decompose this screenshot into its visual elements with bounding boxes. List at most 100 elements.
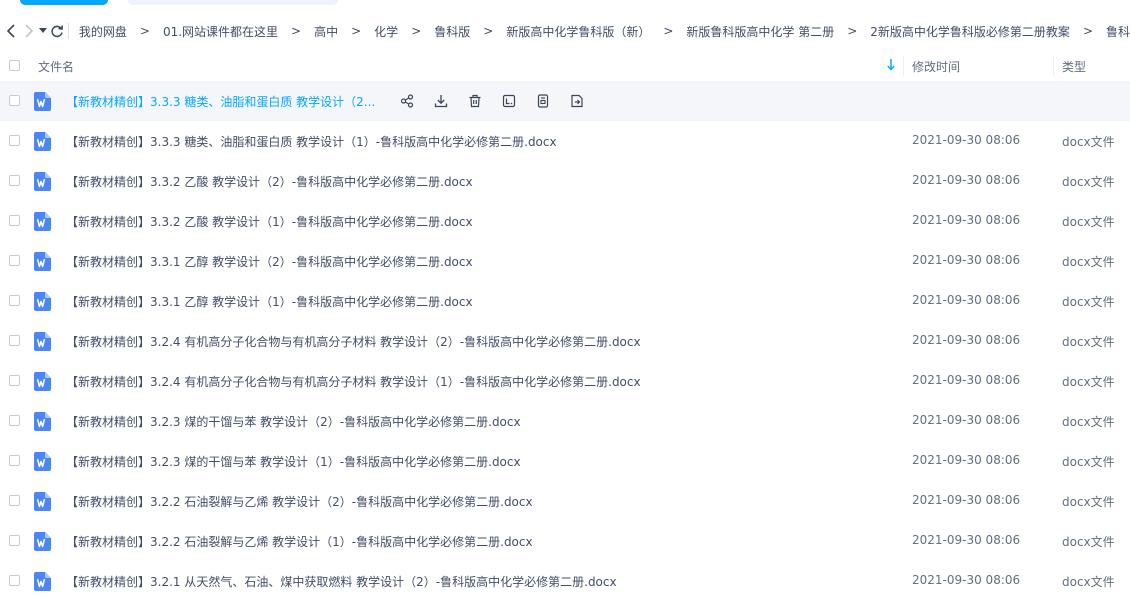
upload-button-edge[interactable]: [20, 0, 108, 5]
breadcrumb-item[interactable]: 2新版高中化学鲁科版必修第二册教案: [870, 23, 1070, 40]
back-button[interactable]: [0, 13, 21, 49]
search-box-edge[interactable]: [128, 0, 338, 5]
column-header-name[interactable]: 文件名: [38, 58, 74, 75]
word-doc-icon: [34, 492, 51, 511]
file-type: docx文件: [1062, 135, 1115, 149]
file-type: docx文件: [1062, 535, 1115, 549]
file-mtime: 2021-09-30 08:06: [912, 533, 1021, 547]
file-row[interactable]: 【新教材精创】3.2.2 石油裂解与乙烯 教学设计（1）-鲁科版高中化学必修第二…: [0, 521, 1130, 561]
file-name[interactable]: 【新教材精创】3.3.1 乙醇 教学设计（2）-鲁科版高中化学必修第二册.doc…: [66, 253, 473, 270]
file-row[interactable]: 【新教材精创】3.2.3 煤的干馏与苯 教学设计（1）-鲁科版高中化学必修第二册…: [0, 441, 1130, 481]
breadcrumb-separator: >: [351, 24, 362, 38]
column-header-mtime[interactable]: 修改时间: [912, 58, 960, 75]
breadcrumb-item[interactable]: 我的网盘: [79, 23, 127, 40]
share-icon[interactable]: [390, 91, 424, 111]
file-row[interactable]: 【新教材精创】3.3.2 乙酸 教学设计（1）-鲁科版高中化学必修第二册.doc…: [0, 201, 1130, 241]
breadcrumb-item[interactable]: 鲁科: [1106, 23, 1130, 40]
file-row[interactable]: 【新教材精创】3.3.1 乙醇 教学设计（2）-鲁科版高中化学必修第二册.doc…: [0, 241, 1130, 281]
file-mtime: 2021-09-30 08:06: [912, 373, 1021, 387]
file-name[interactable]: 【新教材精创】3.2.4 有机高分子化合物与有机高分子材料 教学设计（2）-鲁科…: [66, 333, 641, 350]
download-icon[interactable]: [424, 91, 458, 111]
row-checkbox[interactable]: [9, 215, 20, 226]
row-checkbox[interactable]: [9, 575, 20, 586]
breadcrumb-item[interactable]: 化学: [374, 23, 398, 40]
row-checkbox[interactable]: [9, 255, 20, 266]
file-row[interactable]: 【新教材精创】3.2.2 石油裂解与乙烯 教学设计（2）-鲁科版高中化学必修第二…: [0, 481, 1130, 521]
history-dropdown[interactable]: [37, 13, 49, 49]
file-name[interactable]: 【新教材精创】3.3.2 乙酸 教学设计（1）-鲁科版高中化学必修第二册.doc…: [66, 213, 473, 230]
file-row[interactable]: 【新教材精创】3.3.3 糖类、油脂和蛋白质 教学设计（1）-鲁科版高中化学必修…: [0, 121, 1130, 161]
word-doc-icon: [34, 252, 51, 271]
word-doc-icon: [34, 332, 51, 351]
file-name[interactable]: 【新教材精创】3.2.3 煤的干馏与苯 教学设计（1）-鲁科版高中化学必修第二册…: [66, 453, 521, 470]
row-checkbox[interactable]: [9, 95, 20, 106]
row-checkbox[interactable]: [9, 135, 20, 146]
file-type: docx文件: [1062, 415, 1115, 429]
row-checkbox[interactable]: [9, 335, 20, 346]
word-doc-icon: [34, 132, 51, 151]
file-type: docx文件: [1062, 455, 1115, 469]
row-checkbox[interactable]: [9, 295, 20, 306]
breadcrumb-item[interactable]: 鲁科版: [434, 23, 470, 40]
file-name[interactable]: 【新教材精创】3.2.1 从天然气、石油、煤中获取燃料 教学设计（2）-鲁科版高…: [66, 573, 617, 590]
file-name[interactable]: 【新教材精创】3.3.3 糖类、油脂和蛋白质 教学设计（2...: [66, 93, 375, 110]
file-row[interactable]: 【新教材精创】3.2.3 煤的干馏与苯 教学设计（2）-鲁科版高中化学必修第二册…: [0, 401, 1130, 441]
file-name[interactable]: 【新教材精创】3.3.3 糖类、油脂和蛋白质 教学设计（1）-鲁科版高中化学必修…: [66, 133, 557, 150]
breadcrumb-item[interactable]: 高中: [314, 23, 338, 40]
row-checkbox[interactable]: [9, 415, 20, 426]
breadcrumb-item[interactable]: 新版高中化学鲁科版（新）: [506, 23, 650, 40]
file-type: docx文件: [1062, 335, 1115, 349]
file-row[interactable]: 【新教材精创】3.2.4 有机高分子化合物与有机高分子材料 教学设计（1）-鲁科…: [0, 361, 1130, 401]
file-mtime: 2021-09-30 08:06: [912, 133, 1021, 147]
caret-down-icon: [39, 28, 48, 33]
delete-icon[interactable]: [458, 91, 492, 111]
forward-button[interactable]: [21, 13, 37, 49]
copy-icon[interactable]: [526, 91, 560, 111]
word-doc-icon: [34, 572, 51, 591]
breadcrumb-separator: >: [847, 24, 858, 38]
column-divider[interactable]: [903, 56, 904, 76]
file-list: 【新教材精创】3.3.3 糖类、油脂和蛋白质 教学设计（2... 【新教材精创】3…: [0, 81, 1130, 601]
row-checkbox[interactable]: [9, 535, 20, 546]
column-header-type[interactable]: 类型: [1062, 58, 1086, 75]
file-mtime: 2021-09-30 08:06: [912, 573, 1021, 587]
row-checkbox[interactable]: [9, 495, 20, 506]
file-mtime: 2021-09-30 08:06: [912, 173, 1021, 187]
file-name[interactable]: 【新教材精创】3.3.2 乙酸 教学设计（2）-鲁科版高中化学必修第二册.doc…: [66, 173, 473, 190]
navigation-bar: 我的网盘 >01.网站课件都在这里 > 高中 > 化学 > 鲁科版 > 新版高中化学鲁科版（新） >…: [0, 13, 1130, 49]
file-name[interactable]: 【新教材精创】3.2.2 石油裂解与乙烯 教学设计（2）-鲁科版高中化学必修第二…: [66, 493, 533, 510]
file-name[interactable]: 【新教材精创】3.2.3 煤的干馏与苯 教学设计（2）-鲁科版高中化学必修第二册…: [66, 413, 521, 430]
breadcrumb-separator: >: [291, 24, 302, 38]
row-checkbox[interactable]: [9, 375, 20, 386]
breadcrumb: 我的网盘 >01.网站课件都在这里 > 高中 > 化学 > 鲁科版 > 新版高中化学鲁科版（新） >…: [79, 23, 1130, 40]
breadcrumb-item[interactable]: 01.网站课件都在这里: [163, 23, 278, 40]
breadcrumb-separator: >: [139, 24, 150, 38]
file-row[interactable]: 【新教材精创】3.2.1 从天然气、石油、煤中获取燃料 教学设计（2）-鲁科版高…: [0, 561, 1130, 601]
file-name[interactable]: 【新教材精创】3.2.4 有机高分子化合物与有机高分子材料 教学设计（1）-鲁科…: [66, 373, 641, 390]
file-row[interactable]: 【新教材精创】3.3.3 糖类、油脂和蛋白质 教学设计（2...: [0, 81, 1130, 121]
column-divider[interactable]: [1053, 56, 1054, 76]
text-icon[interactable]: [492, 91, 526, 111]
file-type: docx文件: [1062, 375, 1115, 389]
file-name[interactable]: 【新教材精创】3.2.2 石油裂解与乙烯 教学设计（1）-鲁科版高中化学必修第二…: [66, 533, 533, 550]
file-mtime: 2021-09-30 08:06: [912, 253, 1021, 267]
chevron-left-icon: [6, 24, 15, 38]
breadcrumb-separator: >: [483, 24, 494, 38]
refresh-button[interactable]: [49, 13, 64, 49]
row-checkbox[interactable]: [9, 455, 20, 466]
breadcrumb-item[interactable]: 新版鲁科版高中化学 第二册: [686, 23, 834, 40]
file-row[interactable]: 【新教材精创】3.3.2 乙酸 教学设计（2）-鲁科版高中化学必修第二册.doc…: [0, 161, 1130, 201]
file-mtime: 2021-09-30 08:06: [912, 333, 1021, 347]
sort-arrow-icon[interactable]: [887, 59, 895, 74]
file-row[interactable]: 【新教材精创】3.3.1 乙醇 教学设计（1）-鲁科版高中化学必修第二册.doc…: [0, 281, 1130, 321]
chevron-right-icon: [25, 24, 34, 38]
file-type: docx文件: [1062, 295, 1115, 309]
word-doc-icon: [34, 372, 51, 391]
file-name[interactable]: 【新教材精创】3.3.1 乙醇 教学设计（1）-鲁科版高中化学必修第二册.doc…: [66, 293, 473, 310]
file-row[interactable]: 【新教材精创】3.2.4 有机高分子化合物与有机高分子材料 教学设计（2）-鲁科…: [0, 321, 1130, 361]
move-icon[interactable]: [560, 91, 594, 111]
breadcrumb-separator: >: [411, 24, 422, 38]
select-all-checkbox[interactable]: [9, 60, 20, 71]
row-checkbox[interactable]: [9, 175, 20, 186]
word-doc-icon: [34, 532, 51, 551]
